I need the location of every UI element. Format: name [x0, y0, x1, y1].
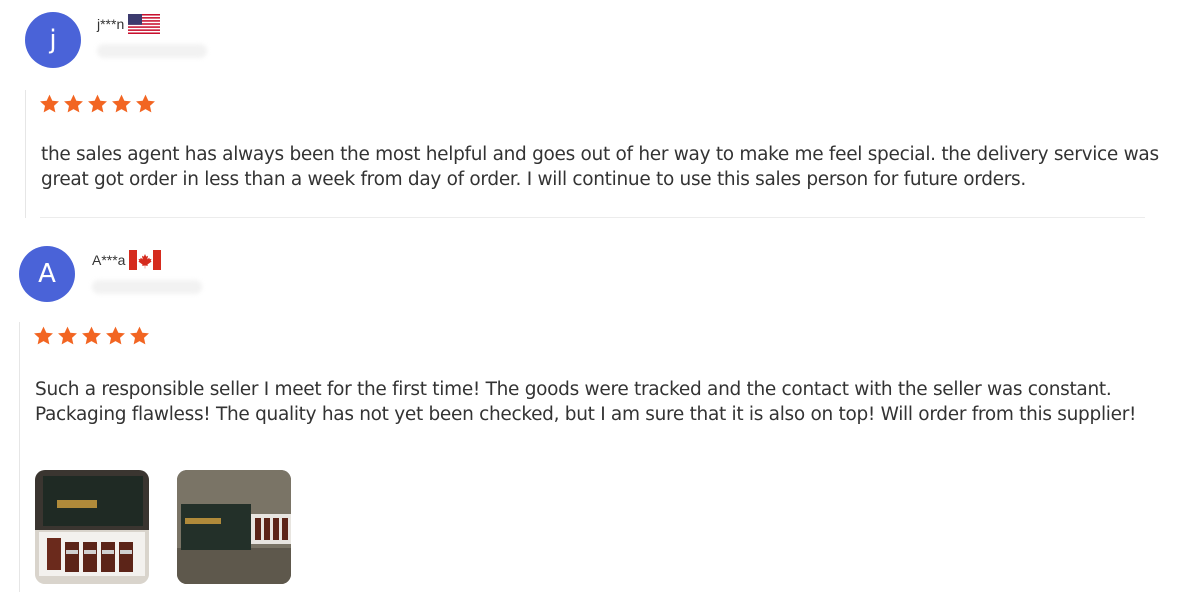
- reviewer-name-text: j***n: [97, 16, 125, 32]
- star-rating: [32, 325, 151, 347]
- us-flag-icon: [128, 14, 161, 34]
- user-avatar: A: [19, 246, 75, 302]
- star-icon: [40, 94, 59, 113]
- star-icon: [136, 94, 155, 113]
- review-item: j j***n the sales agent has always been …: [0, 0, 1200, 220]
- reviewer-name: j***n: [97, 14, 161, 34]
- user-avatar: j: [25, 12, 81, 68]
- canada-flag-icon: [129, 250, 162, 270]
- star-icon: [64, 94, 83, 113]
- review-body: Such a responsible seller I meet for the…: [19, 322, 1190, 592]
- star-icon: [112, 94, 131, 113]
- avatar-letter: j: [49, 25, 57, 55]
- star-icon: [34, 326, 53, 345]
- star-icon: [82, 326, 101, 345]
- reviewer-name: A***a: [92, 250, 162, 270]
- review-photo-thumbnail[interactable]: [35, 470, 149, 584]
- star-icon: [130, 326, 149, 345]
- star-icon: [58, 326, 77, 345]
- star-icon: [88, 94, 107, 113]
- reviewer-name-text: A***a: [92, 252, 126, 268]
- product-photo-image: [35, 470, 149, 584]
- review-text: the sales agent has always been the most…: [41, 144, 1159, 190]
- review-divider: [40, 217, 1145, 218]
- avatar-letter: A: [38, 259, 56, 289]
- review-item: A A***a Such a responsible seller I meet…: [0, 230, 1200, 600]
- review-photo-thumbnail[interactable]: [177, 470, 291, 584]
- star-icon: [106, 326, 125, 345]
- review-body: the sales agent has always been the most…: [25, 90, 1196, 218]
- product-photo-image: [177, 470, 291, 584]
- review-text: Such a responsible seller I meet for the…: [35, 379, 1137, 425]
- star-rating: [38, 93, 157, 115]
- review-date-blurred: [97, 44, 207, 58]
- review-date-blurred: [92, 280, 202, 294]
